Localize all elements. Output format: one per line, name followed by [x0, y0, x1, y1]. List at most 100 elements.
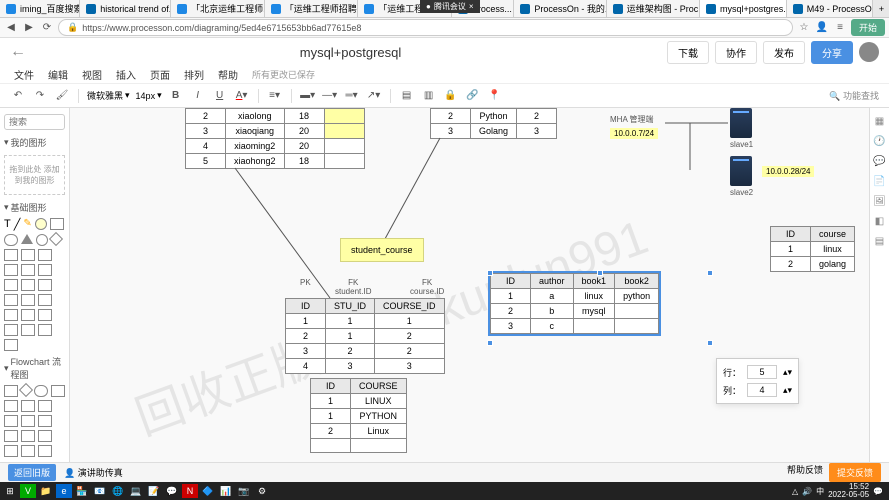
selection-handle[interactable]	[597, 270, 603, 276]
browser-tab[interactable]: ProcessOn - 我的...×	[514, 0, 606, 17]
doc-title[interactable]: mysql+postgresql	[300, 45, 402, 60]
selection-handle[interactable]	[487, 340, 493, 346]
clock-date[interactable]: 2022-05-05	[828, 491, 869, 499]
drop-zone[interactable]: 拖到此处 添加到我的图形	[4, 155, 65, 195]
user-icon[interactable]: 👤	[815, 21, 829, 35]
flow-shape[interactable]	[38, 400, 52, 412]
function-search[interactable]: 🔍 功能查找	[829, 89, 879, 102]
menu-icon[interactable]: ≡	[833, 21, 847, 35]
shape[interactable]	[38, 264, 52, 276]
canvas[interactable]: 回收正版课+v: kunlun991 2xiaolong18 3xiaoqian…	[70, 108, 869, 480]
shape[interactable]	[38, 279, 52, 291]
pencil-shape-icon[interactable]: ✎	[23, 218, 31, 231]
stepper-icon[interactable]: ▴▾	[783, 385, 792, 396]
nav-icon[interactable]: ▦	[873, 114, 887, 128]
flow-shape[interactable]	[34, 385, 48, 397]
browser-tab[interactable]: iming_百度搜索×	[0, 0, 80, 17]
underline-icon[interactable]: U	[212, 88, 228, 104]
browser-tab-active[interactable]: mysql+postgres...×	[700, 0, 787, 17]
menu-edit[interactable]: 编辑	[48, 67, 68, 82]
selection-handle[interactable]	[707, 340, 713, 346]
books-table-selected[interactable]: IDauthorbook1book2 1alinuxpython 2bmysql…	[490, 273, 659, 334]
linestyle-icon[interactable]: ═▾	[344, 88, 360, 104]
stepper-icon[interactable]: ▴▾	[783, 367, 792, 378]
task-app-icon[interactable]: 🔷	[200, 484, 216, 498]
task-app-icon[interactable]: V	[20, 484, 36, 498]
coop-button[interactable]: 协作	[715, 41, 757, 64]
browser-tab[interactable]: historical trend of...×	[80, 0, 171, 17]
course-table[interactable]: IDCOURSE 1LINUX 1PYTHON 2Linux	[310, 378, 407, 453]
front-icon[interactable]: ▤	[399, 88, 415, 104]
flow-shape[interactable]	[21, 400, 35, 412]
task-app-icon[interactable]: 📝	[146, 484, 162, 498]
back-icon[interactable]: ▥	[421, 88, 437, 104]
start-icon[interactable]: ⊞	[2, 484, 18, 498]
menu-file[interactable]: 文件	[14, 67, 34, 82]
shape[interactable]	[4, 279, 18, 291]
align-icon[interactable]: ≡▾	[267, 88, 283, 104]
shape[interactable]	[38, 324, 52, 336]
flow-shape[interactable]	[21, 445, 35, 457]
meeting-overlay[interactable]: ● 腾讯会议 ×	[420, 0, 480, 13]
shape[interactable]	[4, 324, 18, 336]
id-course-table[interactable]: IDcourse 1linux 2golang	[770, 226, 855, 272]
flow-shape[interactable]	[38, 445, 52, 457]
star-icon[interactable]: ☆	[797, 21, 811, 35]
redo-icon[interactable]: ↷	[32, 88, 48, 104]
shape[interactable]	[21, 324, 35, 336]
line-shape-icon[interactable]: ╱	[14, 218, 21, 231]
menu-help[interactable]: 帮助	[218, 67, 238, 82]
server-icon[interactable]	[730, 156, 752, 186]
tray-icon[interactable]: 🔊	[802, 487, 812, 496]
download-button[interactable]: 下载	[667, 41, 709, 64]
menu-arrange[interactable]: 排列	[184, 67, 204, 82]
flow-shape[interactable]	[38, 415, 52, 427]
shape[interactable]	[21, 279, 35, 291]
browser-tab[interactable]: 「北京运维工程师...×	[171, 0, 265, 17]
lock-icon[interactable]: 🔒	[443, 88, 459, 104]
location-icon[interactable]: 📍	[487, 88, 503, 104]
layers-icon[interactable]: ▤	[873, 234, 887, 248]
format-painter-icon[interactable]: 🖌	[54, 88, 70, 104]
rect-shape[interactable]	[50, 218, 64, 230]
shape[interactable]	[4, 339, 18, 351]
shape-search-input[interactable]	[4, 114, 65, 130]
tray-icon[interactable]: △	[792, 487, 798, 496]
publish-button[interactable]: 发布	[763, 41, 805, 64]
font-color-icon[interactable]: A▾	[234, 88, 250, 104]
task-app-icon[interactable]: 📷	[236, 484, 252, 498]
back-old-button[interactable]: 返回旧版	[8, 464, 56, 481]
bold-icon[interactable]: B	[168, 88, 184, 104]
student-course-note[interactable]: student_course	[340, 238, 424, 262]
fill-icon[interactable]: ▬▾	[300, 88, 316, 104]
menu-view[interactable]: 视图	[82, 67, 102, 82]
shape[interactable]	[38, 309, 52, 321]
student-course-table[interactable]: IDSTU_IDCOURSE_ID 111 212 322 433	[285, 298, 445, 374]
row-input[interactable]	[747, 365, 777, 379]
basic-shapes-section[interactable]: ▾ 基础图形	[4, 199, 65, 216]
start-button[interactable]: 开始	[851, 19, 885, 36]
shape[interactable]	[4, 294, 18, 306]
back-arrow-icon[interactable]: ←	[10, 43, 26, 61]
task-app-icon[interactable]: ⚙	[254, 484, 270, 498]
comment-icon[interactable]: 💬	[873, 154, 887, 168]
image-icon[interactable]: 🖼	[873, 194, 887, 208]
help-button[interactable]: 帮助反馈	[787, 463, 823, 482]
shape[interactable]	[4, 309, 18, 321]
shape[interactable]	[21, 294, 35, 306]
shape[interactable]	[4, 264, 18, 276]
submit-feedback-button[interactable]: 提交反馈	[829, 463, 881, 482]
url-input[interactable]: 🔒 https://www.processon.com/diagraming/5…	[58, 19, 793, 36]
star-shape[interactable]	[21, 249, 35, 261]
lang-table[interactable]: 2Python2 3Golang3	[430, 108, 557, 139]
reload-icon[interactable]: ⟳	[40, 21, 54, 35]
triangle-shape[interactable]	[21, 234, 33, 244]
line-icon[interactable]: —▾	[322, 88, 338, 104]
tray-icon[interactable]: 中	[816, 486, 824, 497]
rounded-rect-shape[interactable]	[4, 234, 18, 246]
pentagon-shape[interactable]	[4, 249, 18, 261]
server-icon[interactable]	[730, 108, 752, 138]
page-icon[interactable]: 📄	[873, 174, 887, 188]
task-app-icon[interactable]: 📁	[38, 484, 54, 498]
browser-tab[interactable]: M49 - ProcessOn×	[787, 0, 873, 17]
